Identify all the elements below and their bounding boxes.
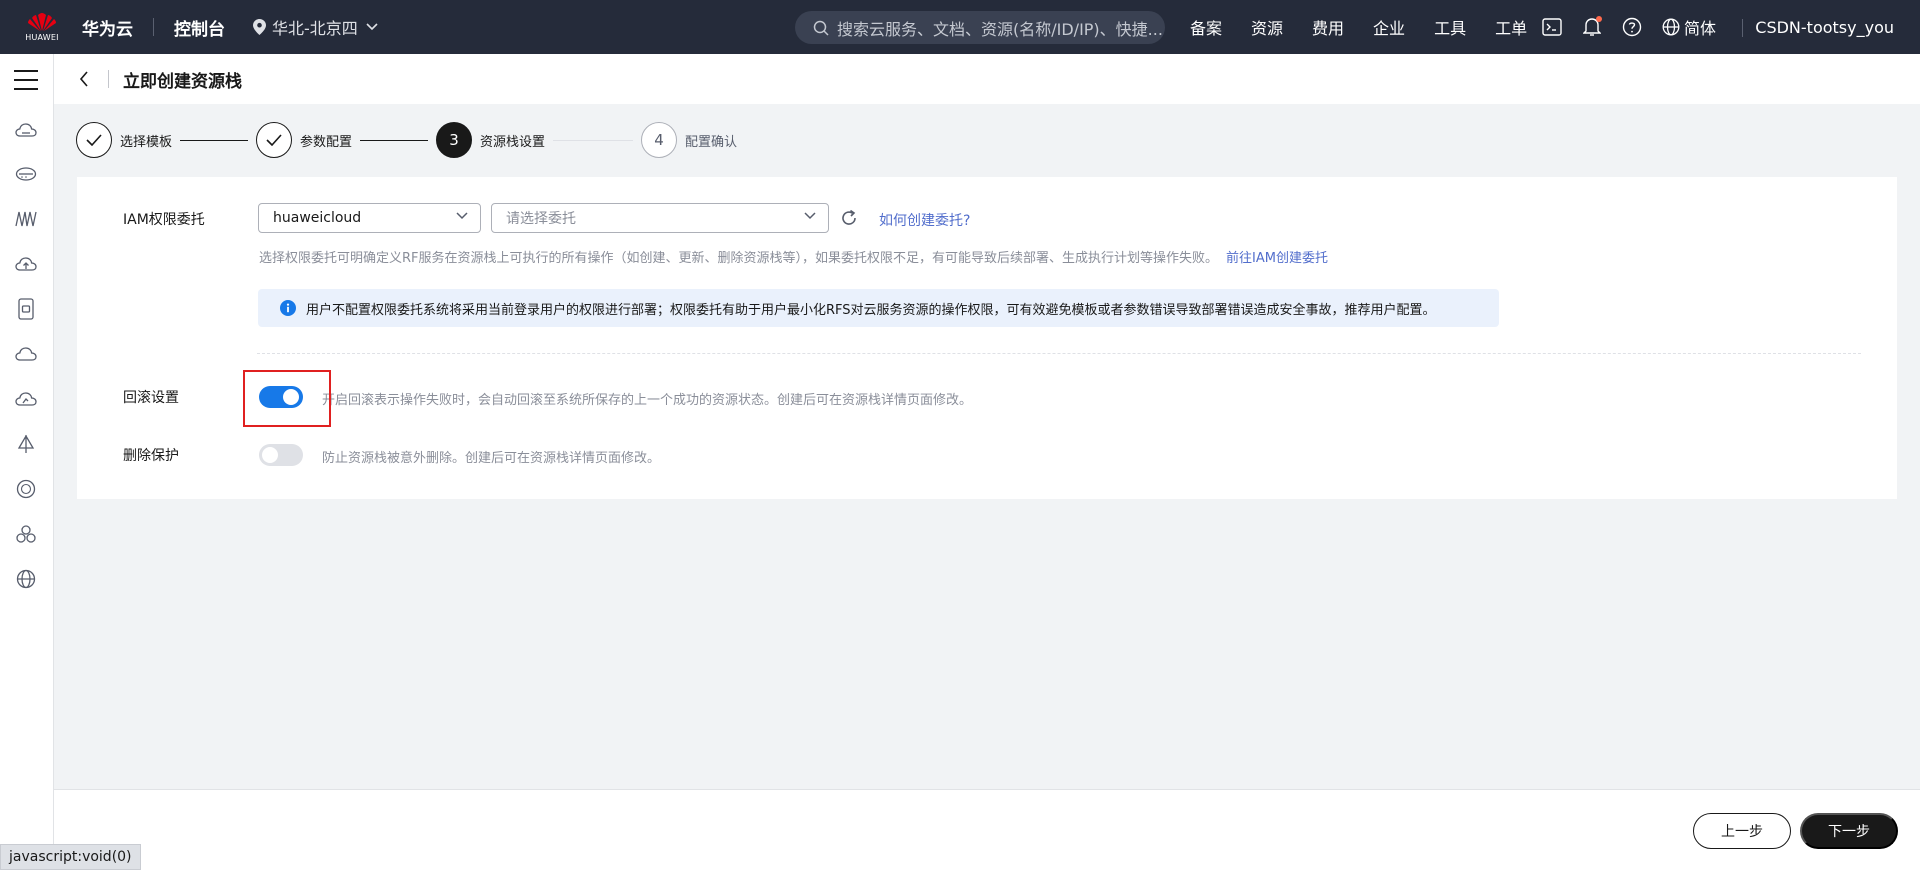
brand-name[interactable]: 华为云 xyxy=(82,15,133,40)
cloud-icon[interactable] xyxy=(14,342,38,366)
step-connector xyxy=(360,139,429,141)
language-switcher[interactable]: 简体 xyxy=(1662,15,1716,39)
provider-select[interactable]: huaweicloud xyxy=(258,203,481,233)
console-link[interactable]: 控制台 xyxy=(174,15,225,40)
top-nav-links: 备案 资源 费用 企业 工具 工单 xyxy=(1190,0,1556,54)
how-to-create-agency-link[interactable]: 如何创建委托? xyxy=(879,210,970,230)
logo-text: HUAWEI xyxy=(25,33,59,42)
step-number: 4 xyxy=(641,122,678,158)
language-label: 简体 xyxy=(1684,19,1717,38)
search-icon xyxy=(813,20,829,36)
iam-help-description: 选择权限委托可明确定义RF服务在资源栈上可执行的所有操作（如创建、更新、删除资源… xyxy=(259,251,1219,266)
check-icon xyxy=(86,134,102,146)
browser-status-bar: javascript:void(0) xyxy=(0,844,141,870)
agency-placeholder: 请选择委托 xyxy=(506,211,576,227)
delete-protection-label: 删除保护 xyxy=(123,448,179,464)
agency-select[interactable]: 请选择委托 xyxy=(491,203,829,233)
region-label: 华北-北京四 xyxy=(272,19,358,38)
cloud-upload-icon[interactable] xyxy=(14,252,38,276)
annotation-highlight-box xyxy=(243,370,331,427)
nav-tickets[interactable]: 工单 xyxy=(1495,15,1527,39)
ip-icon[interactable] xyxy=(14,477,38,501)
chevron-down-icon xyxy=(804,212,816,220)
location-pin-icon xyxy=(253,19,266,35)
divider xyxy=(108,70,109,88)
terminal-icon[interactable] xyxy=(1540,15,1564,39)
cloud-server-icon[interactable] xyxy=(14,118,38,142)
iam-help-text: 选择权限委托可明确定义RF服务在资源栈上可执行的所有操作（如创建、更新、删除资源… xyxy=(259,247,1328,266)
delete-protection-help-text: 防止资源栈被意外删除。创建后可在资源栈详情页面修改。 xyxy=(322,451,661,466)
search-placeholder: 搜索云服务、文档、资源(名称/ID/IP)、快捷... xyxy=(837,19,1163,39)
database-icon[interactable] xyxy=(14,162,38,186)
notification-dot xyxy=(1596,16,1602,22)
provider-value: huaweicloud xyxy=(273,210,362,226)
next-step-button[interactable]: 下一步 xyxy=(1800,813,1898,849)
step-label: 选择模板 xyxy=(120,134,173,150)
bell-icon[interactable] xyxy=(1580,15,1604,39)
menu-icon[interactable] xyxy=(14,70,38,90)
page-header: 立即创建资源栈 xyxy=(54,54,1920,104)
back-arrow-icon[interactable] xyxy=(74,69,94,89)
page-title: 立即创建资源栈 xyxy=(123,71,242,92)
cloud-monitor-icon[interactable] xyxy=(14,387,38,411)
region-selector[interactable]: 华北-北京四 xyxy=(253,15,384,39)
cluster-icon[interactable] xyxy=(14,522,38,546)
help-icon[interactable] xyxy=(1620,15,1644,39)
nav-beian[interactable]: 备案 xyxy=(1190,15,1222,39)
step-progress: 选择模板 参数配置 3 资源栈设置 4 配置确认 xyxy=(76,120,737,160)
huawei-logo[interactable]: HUAWEI xyxy=(12,0,72,54)
chevron-down-icon xyxy=(456,212,468,220)
service-sidebar xyxy=(0,54,54,870)
toggle-knob xyxy=(262,447,278,463)
divider xyxy=(1742,19,1743,37)
info-banner: 用户不配置权限委托系统将采用当前登录用户的权限进行部署；权限委托有助于用户最小化… xyxy=(258,289,1499,327)
global-search-input[interactable]: 搜索云服务、文档、资源(名称/ID/IP)、快捷... xyxy=(795,11,1165,44)
step-label: 配置确认 xyxy=(685,134,738,150)
nav-enterprise[interactable]: 企业 xyxy=(1373,15,1405,39)
refresh-icon[interactable] xyxy=(839,208,859,228)
step-label: 资源栈设置 xyxy=(480,134,546,150)
step-done-indicator xyxy=(76,122,112,158)
go-to-iam-link[interactable]: 前往IAM创建委托 xyxy=(1226,251,1328,266)
step-stack-settings: 3 资源栈设置 xyxy=(436,122,545,158)
storage-icon[interactable] xyxy=(14,297,38,321)
chevron-down-icon xyxy=(366,23,378,31)
step-label: 参数配置 xyxy=(300,134,353,150)
previous-step-button[interactable]: 上一步 xyxy=(1693,813,1791,849)
nav-billing[interactable]: 费用 xyxy=(1312,15,1344,39)
nav-tools[interactable]: 工具 xyxy=(1434,15,1466,39)
info-banner-text: 用户不配置权限委托系统将采用当前登录用户的权限进行部署；权限委托有助于用户最小化… xyxy=(306,302,1436,318)
divider xyxy=(153,18,154,36)
step-select-template: 选择模板 xyxy=(76,122,172,158)
network-icon[interactable] xyxy=(14,207,38,231)
globe-icon xyxy=(1662,18,1680,36)
step-parameter-config: 参数配置 xyxy=(256,122,352,158)
footer-actions: 上一步 下一步 xyxy=(54,789,1920,870)
step-number: 3 xyxy=(436,122,473,158)
nav-resources[interactable]: 资源 xyxy=(1251,15,1283,39)
deploy-icon[interactable] xyxy=(14,432,38,456)
stack-settings-card: IAM权限委托 huaweicloud 请选择委托 如何创建委托? 选择权限委托… xyxy=(77,177,1897,499)
check-icon xyxy=(266,134,282,146)
section-divider xyxy=(257,353,1861,354)
top-navbar: HUAWEI 华为云 控制台 华北-北京四 搜索云服务、文档、资源(名称/ID/… xyxy=(0,0,1920,54)
step-connector xyxy=(553,139,634,141)
step-done-indicator xyxy=(256,122,293,158)
info-icon xyxy=(280,300,296,316)
rollback-label: 回滚设置 xyxy=(123,390,179,406)
user-account-menu[interactable]: CSDN-tootsy_you xyxy=(1755,0,1894,54)
top-nav-icons: 简体 xyxy=(1540,0,1716,54)
huawei-flower-icon xyxy=(28,13,56,31)
globe-network-icon[interactable] xyxy=(14,567,38,591)
iam-agency-label: IAM权限委托 xyxy=(123,212,205,228)
step-confirm: 4 配置确认 xyxy=(641,122,737,158)
step-connector xyxy=(180,139,249,141)
rollback-help-text: 开启回滚表示操作失败时，会自动回滚至系统所保存的上一个成功的资源状态。创建后可在… xyxy=(322,393,973,408)
delete-protection-toggle[interactable] xyxy=(259,444,303,466)
